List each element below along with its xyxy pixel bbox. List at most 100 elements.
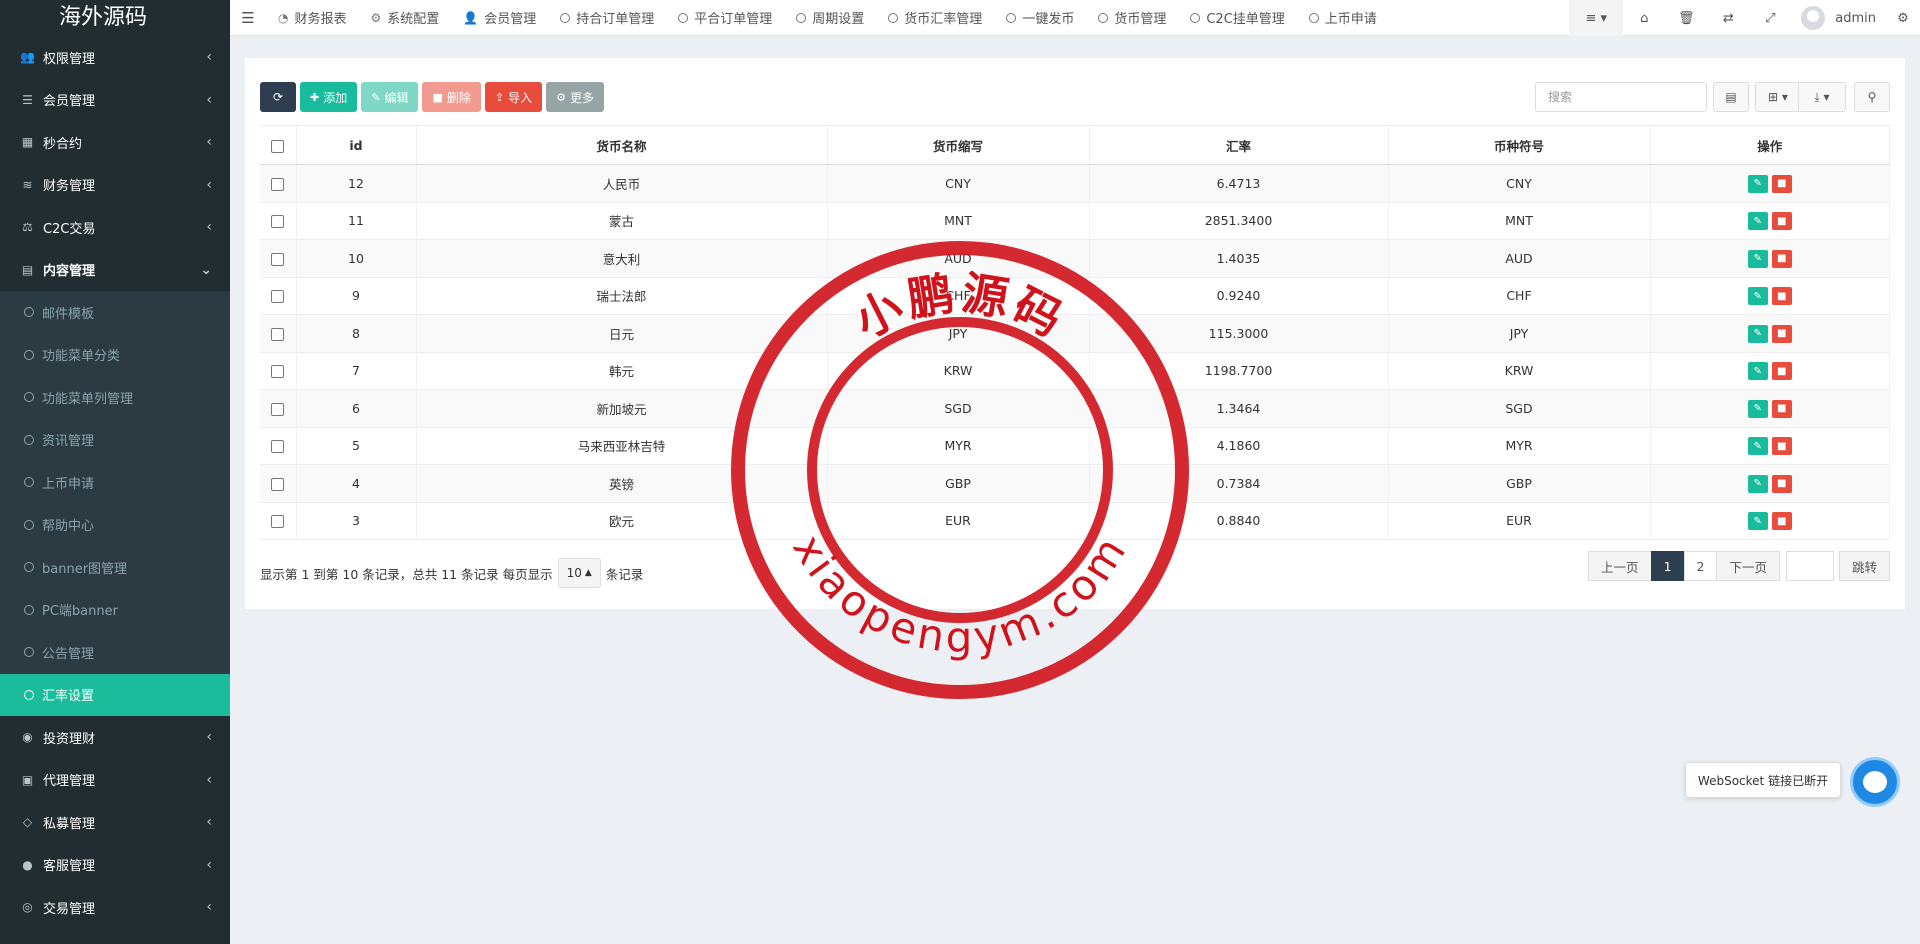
sidebar-subitem-8[interactable]: 公告管理 xyxy=(0,631,230,674)
table-row[interactable]: 4 英镑 GBP 0.7384 GBP ✎ ■ xyxy=(260,464,1890,503)
row-delete-trash-icon[interactable]: ■ xyxy=(1771,249,1792,268)
jump-button[interactable]: 跳转 xyxy=(1838,551,1890,581)
edit-button[interactable]: ✎ 编辑 xyxy=(361,82,419,112)
sidebar-item-items-1[interactable]: ☰ 会员管理 ‹ xyxy=(0,79,230,122)
top-tab-10[interactable]: 上币申请 xyxy=(1297,0,1389,36)
row-checkbox[interactable] xyxy=(271,327,285,341)
delete-button[interactable]: ■ 删除 xyxy=(422,82,481,112)
sidebar-item-items-3[interactable]: ≋ 财务管理 ‹ xyxy=(0,164,230,207)
row-delete-trash-icon[interactable]: ■ xyxy=(1771,287,1792,305)
sidebar-item-items-2[interactable]: ▦ 秒合约 ‹ xyxy=(0,121,230,164)
more-button[interactable]: ⚙ 更多 xyxy=(546,82,605,112)
row-checkbox[interactable] xyxy=(271,477,285,491)
sidebar-subitem-4[interactable]: 上币申请 xyxy=(0,461,230,504)
multi-tab-dropdown-button[interactable]: ≡ ▾ xyxy=(1569,0,1624,36)
table-row[interactable]: 3 欧元 EUR 0.8840 EUR ✎ ■ xyxy=(260,502,1890,540)
toggle-view-button[interactable]: ▤ xyxy=(1713,82,1749,112)
row-delete-trash-icon[interactable]: ■ xyxy=(1771,474,1792,493)
page-size-dropdown[interactable]: 10 ▲ xyxy=(557,558,601,588)
settings-gear-icon[interactable]: ⚙ xyxy=(1886,0,1920,36)
row-delete-trash-icon[interactable]: ■ xyxy=(1771,437,1792,455)
page-2-button[interactable]: 2 xyxy=(1683,551,1718,581)
sidebar-subitem-0[interactable]: 邮件模板 xyxy=(0,291,230,334)
sidebar-item-items-5[interactable]: ▤ 内容管理 ⌄ xyxy=(0,249,230,292)
top-tab-5[interactable]: 周期设置 xyxy=(784,0,876,36)
sidebar-item-after-2[interactable]: ◇ 私募管理 ‹ xyxy=(0,801,230,844)
language-icon[interactable]: ⇄ xyxy=(1707,0,1749,36)
table-row[interactable]: 6 新加坡元 SGD 1.3464 SGD ✎ ■ xyxy=(260,389,1890,428)
row-checkbox[interactable] xyxy=(271,402,285,416)
sidebar-subitem-1[interactable]: 功能菜单分类 xyxy=(0,333,230,376)
table-row[interactable]: 11 蒙古 MNT 2851.3400 MNT ✎ ■ xyxy=(260,202,1890,240)
home-icon[interactable]: ⌂ xyxy=(1623,0,1665,36)
sidebar-subitem-9[interactable]: 汇率设置 xyxy=(0,673,230,716)
row-checkbox[interactable] xyxy=(271,215,285,229)
trash-icon[interactable]: 🗑 xyxy=(1665,0,1707,36)
row-edit-pencil-icon[interactable]: ✎ xyxy=(1747,212,1768,230)
row-delete-trash-icon[interactable]: ■ xyxy=(1771,212,1792,230)
row-delete-trash-icon[interactable]: ■ xyxy=(1771,512,1792,530)
sidebar-item-after-4[interactable]: ◎ 交易管理 ‹ xyxy=(0,886,230,929)
user-menu[interactable]: admin xyxy=(1791,6,1886,30)
sidebar-item-after-3[interactable]: ● 客服管理 ‹ xyxy=(0,844,230,887)
jump-page-input[interactable] xyxy=(1785,551,1834,581)
top-tab-2[interactable]: 👤 会员管理 xyxy=(451,0,548,36)
row-edit-pencil-icon[interactable]: ✎ xyxy=(1747,512,1768,530)
fullscreen-icon[interactable]: ⤢ xyxy=(1749,0,1791,36)
select-all-checkbox[interactable] xyxy=(271,139,285,153)
sidebar-item-after-0[interactable]: ◉ 投资理财 ‹ xyxy=(0,716,230,759)
sidebar-subitem-6[interactable]: banner图管理 xyxy=(0,546,230,589)
row-edit-pencil-icon[interactable]: ✎ xyxy=(1747,174,1768,193)
table-row[interactable]: 9 瑞士法郎 CHF 0.9240 CHF ✎ ■ xyxy=(260,277,1890,315)
row-checkbox[interactable] xyxy=(271,177,285,191)
export-dropdown-button[interactable]: ⤓ ▾ xyxy=(1798,82,1846,112)
sidebar-subitem-5[interactable]: 帮助中心 xyxy=(0,503,230,546)
row-edit-pencil-icon[interactable]: ✎ xyxy=(1747,399,1768,418)
sidebar-item-after-1[interactable]: ▣ 代理管理 ‹ xyxy=(0,759,230,802)
row-edit-pencil-icon[interactable]: ✎ xyxy=(1747,249,1768,268)
search-button[interactable]: ⚲ xyxy=(1854,82,1890,112)
prev-page-button[interactable]: 上一页 xyxy=(1588,551,1652,581)
sidebar-subitem-2[interactable]: 功能菜单列管理 xyxy=(0,376,230,419)
row-edit-pencil-icon[interactable]: ✎ xyxy=(1747,474,1768,493)
row-edit-pencil-icon[interactable]: ✎ xyxy=(1747,324,1768,343)
top-tab-9[interactable]: C2C挂单管理 xyxy=(1178,0,1296,36)
sidebar-toggle-icon[interactable]: ☰ xyxy=(230,9,266,27)
row-delete-trash-icon[interactable]: ■ xyxy=(1771,399,1792,418)
top-tab-0[interactable]: ◔ 财务报表 xyxy=(266,0,359,36)
table-row[interactable]: 10 意大利 AUD 1.4035 AUD ✎ ■ xyxy=(260,239,1890,278)
sidebar-item-items-0[interactable]: 👥 权限管理 ‹ xyxy=(0,36,230,79)
row-checkbox[interactable] xyxy=(271,365,285,379)
next-page-button[interactable]: 下一页 xyxy=(1716,551,1780,581)
row-delete-trash-icon[interactable]: ■ xyxy=(1771,362,1792,380)
table-row[interactable]: 8 日元 JPY 115.3000 JPY ✎ ■ xyxy=(260,314,1890,353)
header-rate[interactable]: 汇率 xyxy=(1089,125,1389,165)
row-edit-pencil-icon[interactable]: ✎ xyxy=(1747,437,1768,455)
top-tab-4[interactable]: 平合订单管理 xyxy=(666,0,784,36)
top-tab-8[interactable]: 货币管理 xyxy=(1086,0,1178,36)
header-name[interactable]: 货币名称 xyxy=(416,125,828,165)
app-logo[interactable]: 海外源码 xyxy=(0,0,230,36)
page-1-button[interactable]: 1 xyxy=(1650,551,1685,581)
sidebar-item-items-4[interactable]: ⚖ C2C交易 ‹ xyxy=(0,206,230,249)
top-tab-1[interactable]: ⚙ 系统配置 xyxy=(359,0,452,36)
row-edit-pencil-icon[interactable]: ✎ xyxy=(1747,287,1768,305)
table-row[interactable]: 12 人民币 CNY 6.4713 CNY ✎ ■ xyxy=(260,164,1890,203)
sidebar-subitem-7[interactable]: PC端banner xyxy=(0,588,230,631)
table-row[interactable]: 5 马来西亚林吉特 MYR 4.1860 MYR ✎ ■ xyxy=(260,427,1890,465)
row-checkbox[interactable] xyxy=(271,440,285,454)
chat-bubble-icon[interactable] xyxy=(1850,757,1900,807)
header-id[interactable]: id xyxy=(296,125,417,165)
columns-dropdown-button[interactable]: ⊞ ▾ xyxy=(1755,82,1801,112)
search-input[interactable]: 搜索 xyxy=(1535,82,1707,112)
add-button[interactable]: ✚ 添加 xyxy=(300,82,358,112)
sidebar-subitem-3[interactable]: 资讯管理 xyxy=(0,418,230,461)
row-delete-trash-icon[interactable]: ■ xyxy=(1771,324,1792,343)
top-tab-3[interactable]: 持合订单管理 xyxy=(548,0,666,36)
header-abbr[interactable]: 货币缩写 xyxy=(827,125,1090,165)
refresh-button[interactable]: ⟳ xyxy=(260,82,296,112)
row-checkbox[interactable] xyxy=(271,252,285,266)
row-delete-trash-icon[interactable]: ■ xyxy=(1771,174,1792,193)
header-symbol[interactable]: 币种符号 xyxy=(1388,125,1651,165)
top-tab-7[interactable]: 一键发币 xyxy=(994,0,1086,36)
